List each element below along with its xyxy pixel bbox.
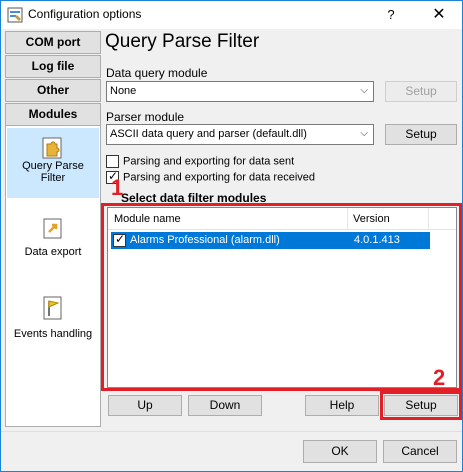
annotation-box-2 — [380, 391, 462, 420]
parser-module-select[interactable]: ASCII data query and parser (default.dll… — [106, 124, 374, 145]
configuration-window: Configuration options ? ✕ COM port Log f… — [0, 0, 463, 472]
page-title: Query Parse Filter — [105, 31, 260, 52]
chevron-down-icon: ⌵ — [360, 85, 368, 96]
data-query-module-value: None — [110, 85, 137, 97]
chevron-down-icon: ⌵ — [360, 128, 368, 139]
nav-item-query-parse-filter[interactable]: Query Parse Filter — [7, 128, 99, 198]
nav-modules-button[interactable]: Modules — [5, 103, 101, 126]
checkbox-box[interactable] — [106, 155, 119, 168]
cancel-button[interactable]: Cancel — [383, 440, 457, 463]
modules-nav-panel: Query Parse Filter Data export Events ha… — [5, 125, 101, 427]
close-icon[interactable]: ✕ — [421, 3, 457, 27]
data-query-module-label: Data query module — [106, 66, 208, 80]
help-button[interactable]: Help — [305, 395, 379, 416]
parse-data-sent-checkbox[interactable]: Parsing and exporting for data sent — [106, 155, 294, 170]
data-query-module-select[interactable]: None ⌵ — [106, 81, 374, 102]
annotation-marker-2: 2 — [433, 365, 446, 390]
checkbox-label: Parsing and exporting for data received — [123, 171, 316, 184]
parser-module-value: ASCII data query and parser (default.dll… — [110, 128, 307, 140]
nav-item-data-export[interactable]: Data export — [7, 214, 99, 274]
export-icon — [43, 218, 62, 239]
flag-icon — [43, 296, 62, 320]
nav-item-label: Events handling — [13, 328, 93, 340]
parser-setup-button[interactable]: Setup — [385, 124, 457, 145]
data-query-setup-button[interactable]: Setup — [385, 81, 457, 102]
checkbox-label: Parsing and exporting for data sent — [123, 155, 295, 168]
nav-item-label: Data export — [24, 246, 82, 258]
nav-item-label-line1: Query Parse — [22, 160, 84, 172]
window-title: Configuration options — [28, 7, 142, 21]
dialog-footer: OK Cancel — [1, 431, 462, 471]
parse-data-received-checkbox[interactable]: ✓ Parsing and exporting for data received — [106, 169, 316, 186]
down-button[interactable]: Down — [188, 395, 262, 416]
annotation-box-1 — [101, 203, 462, 391]
nav-log-file-button[interactable]: Log file — [5, 55, 101, 78]
nav-item-events-handling[interactable]: Events handling — [7, 292, 99, 352]
title-bar: Configuration options ? ✕ — [1, 1, 462, 29]
parser-module-label: Parser module — [106, 110, 185, 124]
ok-button[interactable]: OK — [303, 440, 377, 463]
dialog-content: COM port Log file Other Modules Query Pa… — [1, 29, 462, 431]
nav-com-port-button[interactable]: COM port — [5, 31, 101, 54]
help-icon[interactable]: ? — [381, 5, 401, 25]
up-button[interactable]: Up — [108, 395, 182, 416]
puzzle-icon — [42, 137, 62, 159]
annotation-marker-1: 1 — [111, 175, 124, 200]
nav-other-button[interactable]: Other — [5, 79, 101, 102]
nav-item-label-line2: Filter — [40, 172, 66, 184]
app-icon — [7, 7, 23, 23]
